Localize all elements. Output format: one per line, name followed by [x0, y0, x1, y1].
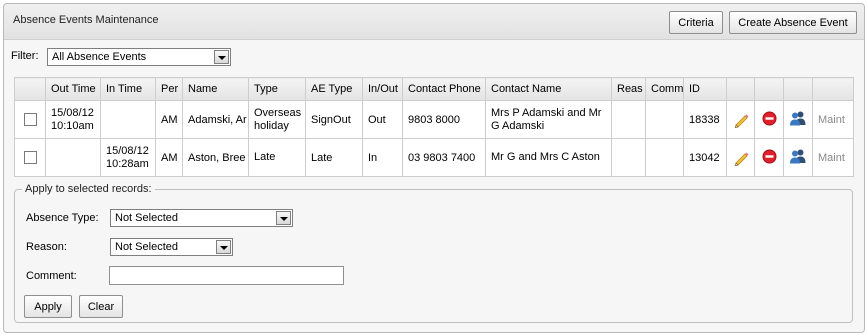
- delete-icon[interactable]: [762, 111, 777, 126]
- comment-cell: [645, 138, 684, 177]
- absence-events-table: Out Time In Time Per Name Type AE Type I…: [14, 77, 854, 177]
- panel-title: Absence Events Maintenance: [13, 14, 159, 26]
- out-time-cell: [45, 138, 101, 177]
- id-cell: 18338: [683, 100, 727, 139]
- column-header-edit: [726, 77, 755, 101]
- apply-button[interactable]: Apply: [24, 295, 72, 318]
- per-cell: AM: [155, 138, 183, 177]
- ae-type-cell: Late: [305, 138, 363, 177]
- row-select-checkbox[interactable]: [23, 113, 37, 126]
- reason-cell: [611, 138, 646, 177]
- contact-phone-cell: 9803 8000: [402, 100, 486, 139]
- column-header-contact-phone[interactable]: Contact Phone: [402, 77, 486, 101]
- in-time-cell: [100, 100, 156, 139]
- reason-cell: [611, 100, 646, 139]
- contact-name-cell: Mr G and Mrs C Aston: [485, 138, 612, 177]
- type-cell: Late: [248, 138, 306, 177]
- column-header-select: [14, 77, 46, 101]
- column-header-maint: [812, 77, 854, 101]
- absence-type-selected-value: Not Selected: [115, 212, 178, 224]
- column-header-ae-type[interactable]: AE Type: [305, 77, 363, 101]
- chevron-down-icon[interactable]: [214, 50, 229, 64]
- column-header-comment[interactable]: Comm: [645, 77, 684, 101]
- reason-select[interactable]: Not Selected: [110, 238, 233, 256]
- column-header-id[interactable]: ID: [683, 77, 727, 101]
- type-cell: Overseas holiday: [248, 100, 306, 139]
- row-select-checkbox[interactable]: [23, 151, 37, 164]
- clear-button[interactable]: Clear: [79, 295, 123, 318]
- comment-label: Comment:: [26, 270, 77, 282]
- comment-cell: [645, 100, 684, 139]
- contacts-icon[interactable]: [789, 110, 807, 126]
- pencil-icon[interactable]: [733, 150, 749, 166]
- column-header-contacts: [783, 77, 813, 101]
- column-header-in-out[interactable]: In/Out: [362, 77, 403, 101]
- criteria-button[interactable]: Criteria: [669, 11, 723, 34]
- in-out-cell: In: [362, 138, 403, 177]
- absence-type-select[interactable]: Not Selected: [110, 209, 293, 227]
- in-out-cell: Out: [362, 100, 403, 139]
- table-row: 15/08/12 10:28am AM Aston, Bree Late Lat…: [14, 138, 854, 177]
- apply-legend: Apply to selected records:: [22, 183, 155, 195]
- column-header-reason[interactable]: Reas: [611, 77, 646, 101]
- delete-icon[interactable]: [762, 149, 777, 164]
- reason-label: Reason:: [26, 241, 67, 253]
- name-cell: Adamski, Ar: [182, 100, 249, 139]
- id-cell: 13042: [683, 138, 727, 177]
- contact-name-cell: Mrs P Adamski and Mr G Adamski: [485, 100, 612, 139]
- apply-to-selected-fieldset: Apply to selected records: Absence Type:…: [14, 183, 853, 323]
- panel-header: Absence Events Maintenance Criteria Crea…: [4, 4, 864, 40]
- column-header-type[interactable]: Type: [248, 77, 306, 101]
- chevron-down-icon[interactable]: [216, 240, 231, 254]
- name-cell: Aston, Bree: [182, 138, 249, 177]
- table-row: 15/08/12 10:10am AM Adamski, Ar Overseas…: [14, 100, 854, 139]
- column-header-delete: [754, 77, 784, 101]
- create-absence-event-button[interactable]: Create Absence Event: [729, 11, 857, 34]
- filter-select[interactable]: All Absence Events: [47, 48, 231, 66]
- column-header-out-time[interactable]: Out Time: [45, 77, 101, 101]
- per-cell: AM: [155, 100, 183, 139]
- column-header-contact-name[interactable]: Contact Name: [485, 77, 612, 101]
- maint-link[interactable]: Maint: [812, 138, 854, 177]
- out-time-cell: 15/08/12 10:10am: [45, 100, 101, 139]
- contacts-icon[interactable]: [789, 148, 807, 164]
- chevron-down-icon[interactable]: [276, 211, 291, 225]
- in-time-cell: 15/08/12 10:28am: [100, 138, 156, 177]
- column-header-in-time[interactable]: In Time: [100, 77, 156, 101]
- reason-selected-value: Not Selected: [115, 241, 178, 253]
- absence-type-label: Absence Type:: [26, 212, 99, 224]
- table-header-row: Out Time In Time Per Name Type AE Type I…: [14, 77, 854, 101]
- pencil-icon[interactable]: [733, 112, 749, 128]
- contact-phone-cell: 03 9803 7400: [402, 138, 486, 177]
- ae-type-cell: SignOut: [305, 100, 363, 139]
- column-header-name[interactable]: Name: [182, 77, 249, 101]
- maint-link[interactable]: Maint: [812, 100, 854, 139]
- column-header-per[interactable]: Per: [155, 77, 183, 101]
- comment-input[interactable]: [109, 266, 344, 285]
- filter-selected-value: All Absence Events: [52, 51, 147, 63]
- filter-label: Filter:: [11, 50, 39, 62]
